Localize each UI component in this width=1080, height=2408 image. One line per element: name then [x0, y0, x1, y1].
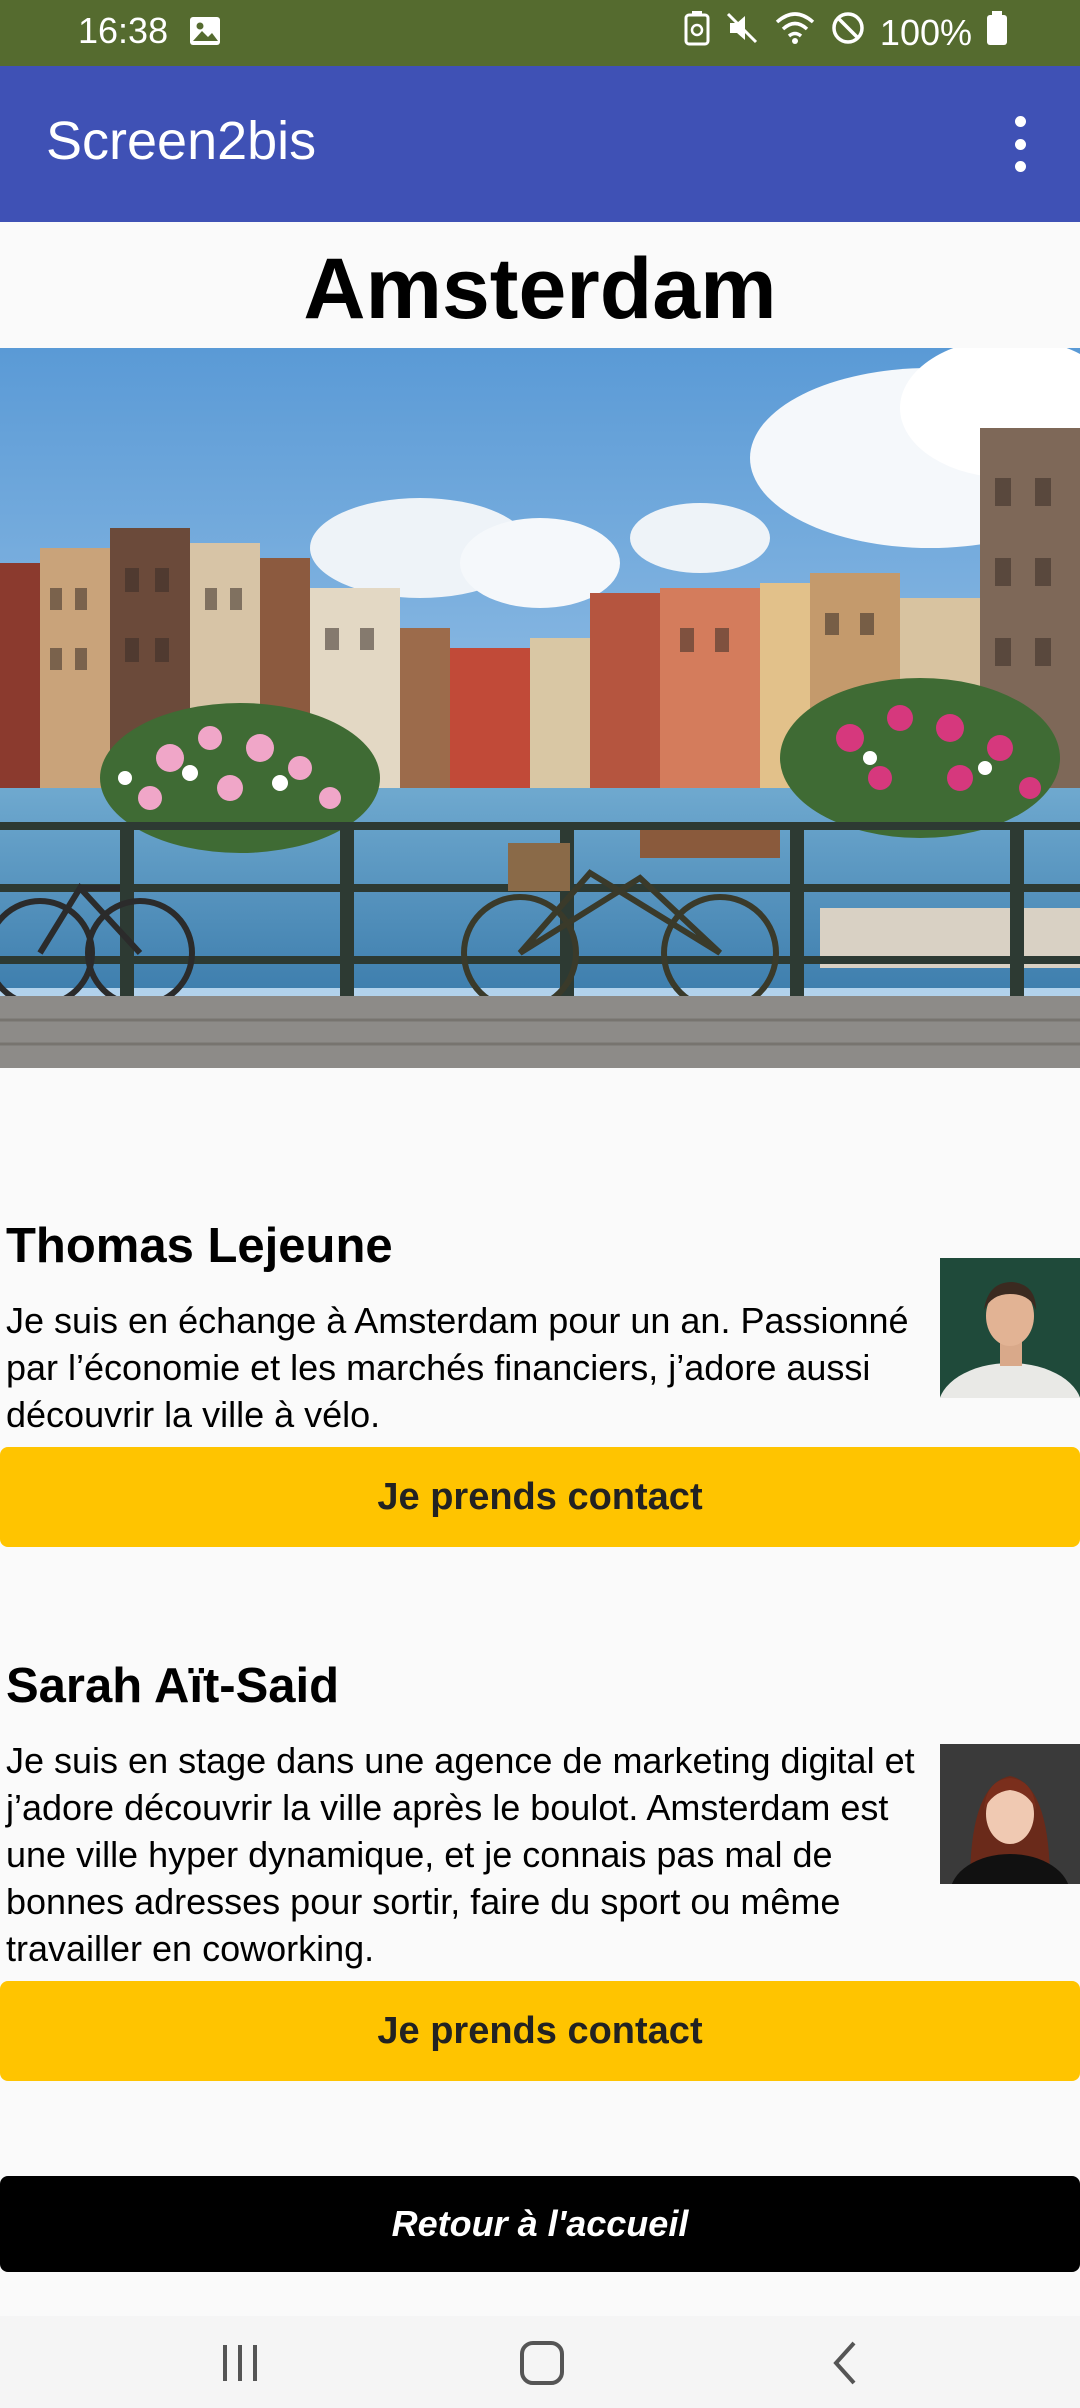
- battery-saver-icon: [684, 10, 710, 55]
- back-to-home-button[interactable]: Retour à l'accueil: [0, 2176, 1080, 2272]
- profile-description: Je suis en échange à Amsterdam pour un a…: [6, 1300, 909, 1435]
- battery-icon: [986, 10, 1008, 55]
- battery-percent: 100%: [879, 11, 972, 53]
- app-bar: Screen2bis: [0, 66, 1080, 222]
- profile-name: Thomas Lejeune: [6, 1219, 393, 1273]
- city-hero-image: [0, 348, 1080, 1068]
- page-title: Amsterdam: [303, 241, 777, 337]
- avatar: [940, 1744, 1080, 1884]
- back-icon[interactable]: [816, 2340, 876, 2386]
- home-icon[interactable]: [512, 2340, 572, 2386]
- recent-apps-icon[interactable]: [210, 2340, 270, 2386]
- profile-name: Sarah Aït-Said: [6, 1659, 340, 1713]
- overflow-menu-icon[interactable]: [1000, 116, 1040, 172]
- app-title: Screen2bis: [46, 111, 317, 171]
- avatar: [940, 1258, 1080, 1398]
- contact-button[interactable]: Je prends contact: [0, 1447, 1080, 1547]
- profile-description: Je suis en stage dans une agence de mark…: [6, 1740, 915, 1969]
- status-right-group: 100%: [684, 10, 1008, 55]
- mute-icon: [724, 10, 760, 55]
- navigation-bar: [0, 2316, 1080, 2408]
- status-bar: 16:38 100%: [0, 0, 1080, 66]
- image-icon: [188, 14, 222, 57]
- do-not-disturb-icon: [830, 10, 866, 55]
- wifi-icon: [774, 10, 816, 55]
- status-time: 16:38: [78, 10, 169, 51]
- contact-button[interactable]: Je prends contact: [0, 1981, 1080, 2081]
